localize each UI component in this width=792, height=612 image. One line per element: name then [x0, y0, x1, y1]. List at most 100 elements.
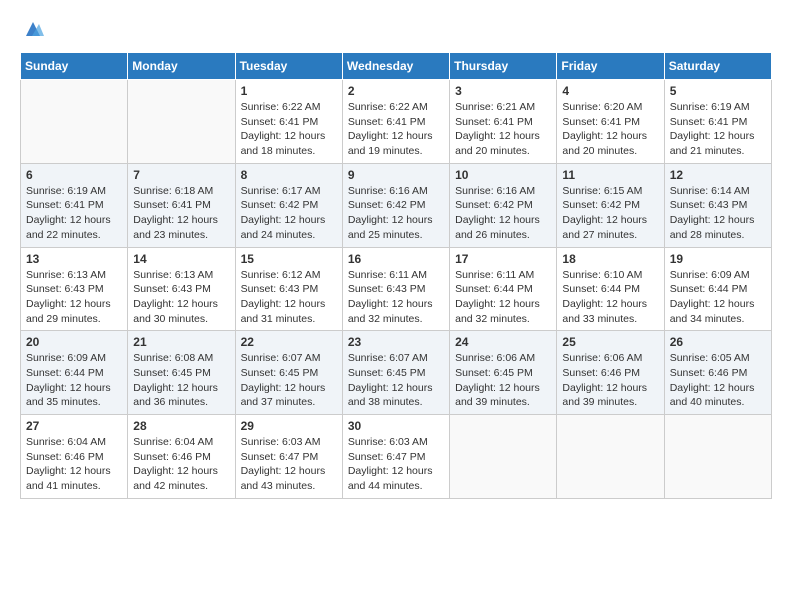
- day-number: 3: [455, 84, 551, 98]
- calendar-cell: 25 Sunrise: 6:06 AMSunset: 6:46 PMDayligh…: [557, 331, 664, 415]
- day-number: 13: [26, 252, 122, 266]
- calendar-cell: 23Sunrise: 6:07 AMSunset: 6:45 PMDayligh…: [342, 331, 449, 415]
- day-info: Sunrise: 6:03 AMSunset: 6:47 PMDaylight:…: [241, 436, 326, 492]
- day-number: 18: [562, 252, 658, 266]
- calendar-cell: 28Sunrise: 6:04 AMSunset: 6:46 PMDayligh…: [128, 415, 235, 499]
- day-info: Sunrise: 6:05 AMSunset: 6:46 PMDaylight:…: [670, 352, 755, 408]
- day-number: 1: [241, 84, 337, 98]
- day-number: 26: [670, 335, 766, 349]
- day-number: 21: [133, 335, 229, 349]
- calendar-cell: 10 Sunrise: 6:16 AMSunset: 6:42 PMDayligh…: [450, 163, 557, 247]
- day-info: Sunrise: 6:12 AMSunset: 6:43 PMDaylight:…: [241, 269, 326, 325]
- calendar-cell: 12 Sunrise: 6:14 AMSunset: 6:43 PMDayligh…: [664, 163, 771, 247]
- day-info: Sunrise: 6:15 AMSunset: 6:42 PMDaylight:…: [562, 185, 647, 241]
- day-info: Sunrise: 6:22 AMSunset: 6:41 PMDaylight:…: [241, 101, 326, 157]
- calendar-cell: 4 Sunrise: 6:20 AMSunset: 6:41 PMDaylight…: [557, 80, 664, 164]
- calendar-header: SundayMondayTuesdayWednesdayThursdayFrid…: [21, 53, 772, 80]
- calendar-cell: 24 Sunrise: 6:06 AMSunset: 6:45 PMDayligh…: [450, 331, 557, 415]
- calendar-cell: 18 Sunrise: 6:10 AMSunset: 6:44 PMDayligh…: [557, 247, 664, 331]
- day-info: Sunrise: 6:04 AMSunset: 6:46 PMDaylight:…: [26, 436, 111, 492]
- header: [20, 18, 772, 42]
- day-info: Sunrise: 6:09 AMSunset: 6:44 PMDaylight:…: [26, 352, 111, 408]
- calendar-body: 1 Sunrise: 6:22 AMSunset: 6:41 PMDaylight…: [21, 80, 772, 499]
- day-info: Sunrise: 6:16 AMSunset: 6:42 PMDaylight:…: [455, 185, 540, 241]
- day-info: Sunrise: 6:19 AMSunset: 6:41 PMDaylight:…: [670, 101, 755, 157]
- day-info: Sunrise: 6:06 AMSunset: 6:46 PMDaylight:…: [562, 352, 647, 408]
- day-info: Sunrise: 6:06 AMSunset: 6:45 PMDaylight:…: [455, 352, 540, 408]
- calendar-cell: 13 Sunrise: 6:13 AMSunset: 6:43 PMDayligh…: [21, 247, 128, 331]
- day-number: 9: [348, 168, 444, 182]
- day-number: 20: [26, 335, 122, 349]
- day-info: Sunrise: 6:03 AMSunset: 6:47 PMDaylight:…: [348, 436, 433, 492]
- day-number: 14: [133, 252, 229, 266]
- day-number: 29: [241, 419, 337, 433]
- weekday-header: Thursday: [450, 53, 557, 80]
- calendar-cell: 1 Sunrise: 6:22 AMSunset: 6:41 PMDaylight…: [235, 80, 342, 164]
- day-info: Sunrise: 6:07 AMSunset: 6:45 PMDaylight:…: [241, 352, 326, 408]
- weekday-header: Wednesday: [342, 53, 449, 80]
- calendar-cell: 5 Sunrise: 6:19 AMSunset: 6:41 PMDaylight…: [664, 80, 771, 164]
- day-number: 17: [455, 252, 551, 266]
- day-info: Sunrise: 6:20 AMSunset: 6:41 PMDaylight:…: [562, 101, 647, 157]
- calendar-cell: [128, 80, 235, 164]
- day-info: Sunrise: 6:10 AMSunset: 6:44 PMDaylight:…: [562, 269, 647, 325]
- day-number: 16: [348, 252, 444, 266]
- calendar-week-row: 20 Sunrise: 6:09 AMSunset: 6:44 PMDayligh…: [21, 331, 772, 415]
- day-number: 8: [241, 168, 337, 182]
- day-number: 2: [348, 84, 444, 98]
- day-number: 28: [133, 419, 229, 433]
- calendar-cell: 17 Sunrise: 6:11 AMSunset: 6:44 PMDayligh…: [450, 247, 557, 331]
- calendar-cell: 19Sunrise: 6:09 AMSunset: 6:44 PMDayligh…: [664, 247, 771, 331]
- day-number: 10: [455, 168, 551, 182]
- calendar-cell: 15 Sunrise: 6:12 AMSunset: 6:43 PMDayligh…: [235, 247, 342, 331]
- calendar-cell: 6 Sunrise: 6:19 AMSunset: 6:41 PMDaylight…: [21, 163, 128, 247]
- calendar-cell: 16 Sunrise: 6:11 AMSunset: 6:43 PMDayligh…: [342, 247, 449, 331]
- day-number: 24: [455, 335, 551, 349]
- day-number: 5: [670, 84, 766, 98]
- weekday-header: Friday: [557, 53, 664, 80]
- weekday-header: Saturday: [664, 53, 771, 80]
- day-number: 25: [562, 335, 658, 349]
- day-info: Sunrise: 6:19 AMSunset: 6:41 PMDaylight:…: [26, 185, 111, 241]
- day-number: 6: [26, 168, 122, 182]
- day-info: Sunrise: 6:08 AMSunset: 6:45 PMDaylight:…: [133, 352, 218, 408]
- day-number: 27: [26, 419, 122, 433]
- calendar-cell: 22 Sunrise: 6:07 AMSunset: 6:45 PMDayligh…: [235, 331, 342, 415]
- page: SundayMondayTuesdayWednesdayThursdayFrid…: [0, 0, 792, 612]
- weekday-header: Monday: [128, 53, 235, 80]
- weekday-row: SundayMondayTuesdayWednesdayThursdayFrid…: [21, 53, 772, 80]
- logo-icon: [22, 18, 44, 40]
- day-info: Sunrise: 6:21 AMSunset: 6:41 PMDaylight:…: [455, 101, 540, 157]
- calendar-week-row: 27 Sunrise: 6:04 AMSunset: 6:46 PMDayligh…: [21, 415, 772, 499]
- day-info: Sunrise: 6:11 AMSunset: 6:43 PMDaylight:…: [348, 269, 433, 325]
- calendar-week-row: 13 Sunrise: 6:13 AMSunset: 6:43 PMDayligh…: [21, 247, 772, 331]
- calendar-table: SundayMondayTuesdayWednesdayThursdayFrid…: [20, 52, 772, 499]
- calendar-cell: 26 Sunrise: 6:05 AMSunset: 6:46 PMDayligh…: [664, 331, 771, 415]
- calendar-cell: 2 Sunrise: 6:22 AMSunset: 6:41 PMDaylight…: [342, 80, 449, 164]
- day-info: Sunrise: 6:14 AMSunset: 6:43 PMDaylight:…: [670, 185, 755, 241]
- calendar-cell: 20 Sunrise: 6:09 AMSunset: 6:44 PMDayligh…: [21, 331, 128, 415]
- day-number: 30: [348, 419, 444, 433]
- calendar-cell: [450, 415, 557, 499]
- day-number: 4: [562, 84, 658, 98]
- day-info: Sunrise: 6:11 AMSunset: 6:44 PMDaylight:…: [455, 269, 540, 325]
- calendar-cell: 27 Sunrise: 6:04 AMSunset: 6:46 PMDayligh…: [21, 415, 128, 499]
- day-info: Sunrise: 6:09 AMSunset: 6:44 PMDaylight:…: [670, 269, 755, 325]
- day-number: 12: [670, 168, 766, 182]
- calendar-cell: 8Sunrise: 6:17 AMSunset: 6:42 PMDaylight…: [235, 163, 342, 247]
- day-info: Sunrise: 6:16 AMSunset: 6:42 PMDaylight:…: [348, 185, 433, 241]
- calendar-cell: [557, 415, 664, 499]
- day-info: Sunrise: 6:22 AMSunset: 6:41 PMDaylight:…: [348, 101, 433, 157]
- calendar-cell: [664, 415, 771, 499]
- weekday-header: Tuesday: [235, 53, 342, 80]
- day-number: 22: [241, 335, 337, 349]
- day-info: Sunrise: 6:13 AMSunset: 6:43 PMDaylight:…: [133, 269, 218, 325]
- calendar-cell: 30 Sunrise: 6:03 AMSunset: 6:47 PMDayligh…: [342, 415, 449, 499]
- weekday-header: Sunday: [21, 53, 128, 80]
- day-number: 15: [241, 252, 337, 266]
- calendar-cell: 9 Sunrise: 6:16 AMSunset: 6:42 PMDaylight…: [342, 163, 449, 247]
- calendar-cell: 3 Sunrise: 6:21 AMSunset: 6:41 PMDaylight…: [450, 80, 557, 164]
- calendar-cell: 21 Sunrise: 6:08 AMSunset: 6:45 PMDayligh…: [128, 331, 235, 415]
- calendar-cell: 29 Sunrise: 6:03 AMSunset: 6:47 PMDayligh…: [235, 415, 342, 499]
- day-info: Sunrise: 6:13 AMSunset: 6:43 PMDaylight:…: [26, 269, 111, 325]
